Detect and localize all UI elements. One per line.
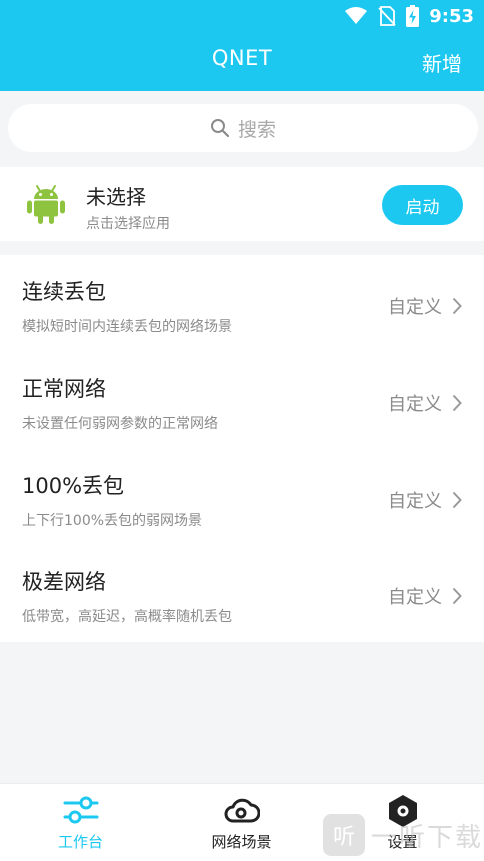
- cloud-icon: [224, 798, 260, 823]
- customize-label: 自定义: [388, 490, 442, 512]
- scene-title: 连续丢包: [22, 280, 106, 304]
- scene-description: 低带宽，高延迟，高概率随机丢包: [22, 609, 232, 626]
- battery-charging-icon: [406, 5, 420, 27]
- app-header: 9:53 QNET 新增: [0, 0, 484, 91]
- app-name: 未选择: [86, 185, 146, 209]
- list-item[interactable]: 100%丢包 上下行100%丢包的弱网场景 自定义: [0, 449, 484, 546]
- scene-title: 极差网络: [22, 570, 106, 595]
- watermark-badge: 听: [323, 814, 365, 856]
- watermark-text: 一听下载: [371, 822, 484, 853]
- list-item[interactable]: 极差网络 低带宽，高延迟，高概率随机丢包 自定义: [0, 545, 484, 642]
- tab-label: 网络场景: [211, 833, 272, 851]
- search-section: 搜索: [0, 91, 484, 166]
- search-placeholder: 搜索: [237, 118, 276, 141]
- scene-title: 100%丢包: [22, 473, 125, 498]
- customize-button[interactable]: 自定义: [388, 293, 462, 319]
- status-bar: 9:53: [0, 0, 484, 32]
- customize-label: 自定义: [388, 297, 442, 318]
- scene-title: 正常网络: [22, 376, 106, 401]
- customize-button[interactable]: 自定义: [388, 583, 462, 609]
- app-subtitle: 点击选择应用: [86, 216, 170, 232]
- status-icons: 9:53: [344, 4, 474, 28]
- chevron-right-icon: [452, 394, 462, 411]
- list-item[interactable]: 连续丢包 模拟短时间内连续丢包的网络场景 自定义: [0, 255, 484, 352]
- chevron-right-icon: [452, 491, 462, 508]
- sliders-icon: [63, 796, 98, 824]
- customize-label: 自定义: [388, 587, 442, 609]
- page-title: QNET: [211, 46, 273, 70]
- scene-description: 模拟短时间内连续丢包的网络场景: [22, 319, 232, 335]
- wifi-icon: [345, 7, 368, 24]
- app-selector-card[interactable]: 未选择 点击选择应用 启动: [0, 167, 484, 241]
- scene-list: 连续丢包 模拟短时间内连续丢包的网络场景 自定义 正常网络 未设置任何弱网参数的…: [0, 255, 484, 642]
- customize-button[interactable]: 自定义: [388, 487, 462, 513]
- status-time: 9:53: [429, 5, 474, 27]
- search-input[interactable]: 搜索: [8, 104, 478, 152]
- list-item[interactable]: 正常网络 未设置任何弱网参数的正常网络 自定义: [0, 352, 484, 449]
- tab-label: 工作台: [57, 833, 103, 851]
- tab-workbench[interactable]: 工作台: [0, 784, 161, 861]
- start-button[interactable]: 启动: [382, 185, 463, 225]
- customize-label: 自定义: [388, 393, 442, 415]
- chevron-right-icon: [452, 588, 462, 605]
- customize-button[interactable]: 自定义: [388, 390, 462, 416]
- add-button[interactable]: 新增: [422, 48, 462, 77]
- scene-description: 上下行100%丢包的弱网场景: [22, 512, 203, 529]
- chevron-right-icon: [452, 297, 462, 315]
- no-sim-icon: [378, 6, 396, 26]
- search-icon: [210, 119, 230, 138]
- scene-description: 未设置任何弱网参数的正常网络: [22, 415, 218, 432]
- android-icon: [27, 185, 65, 224]
- watermark: 听 一听下载: [323, 812, 483, 858]
- tab-network-scenes[interactable]: 网络场景: [161, 784, 322, 861]
